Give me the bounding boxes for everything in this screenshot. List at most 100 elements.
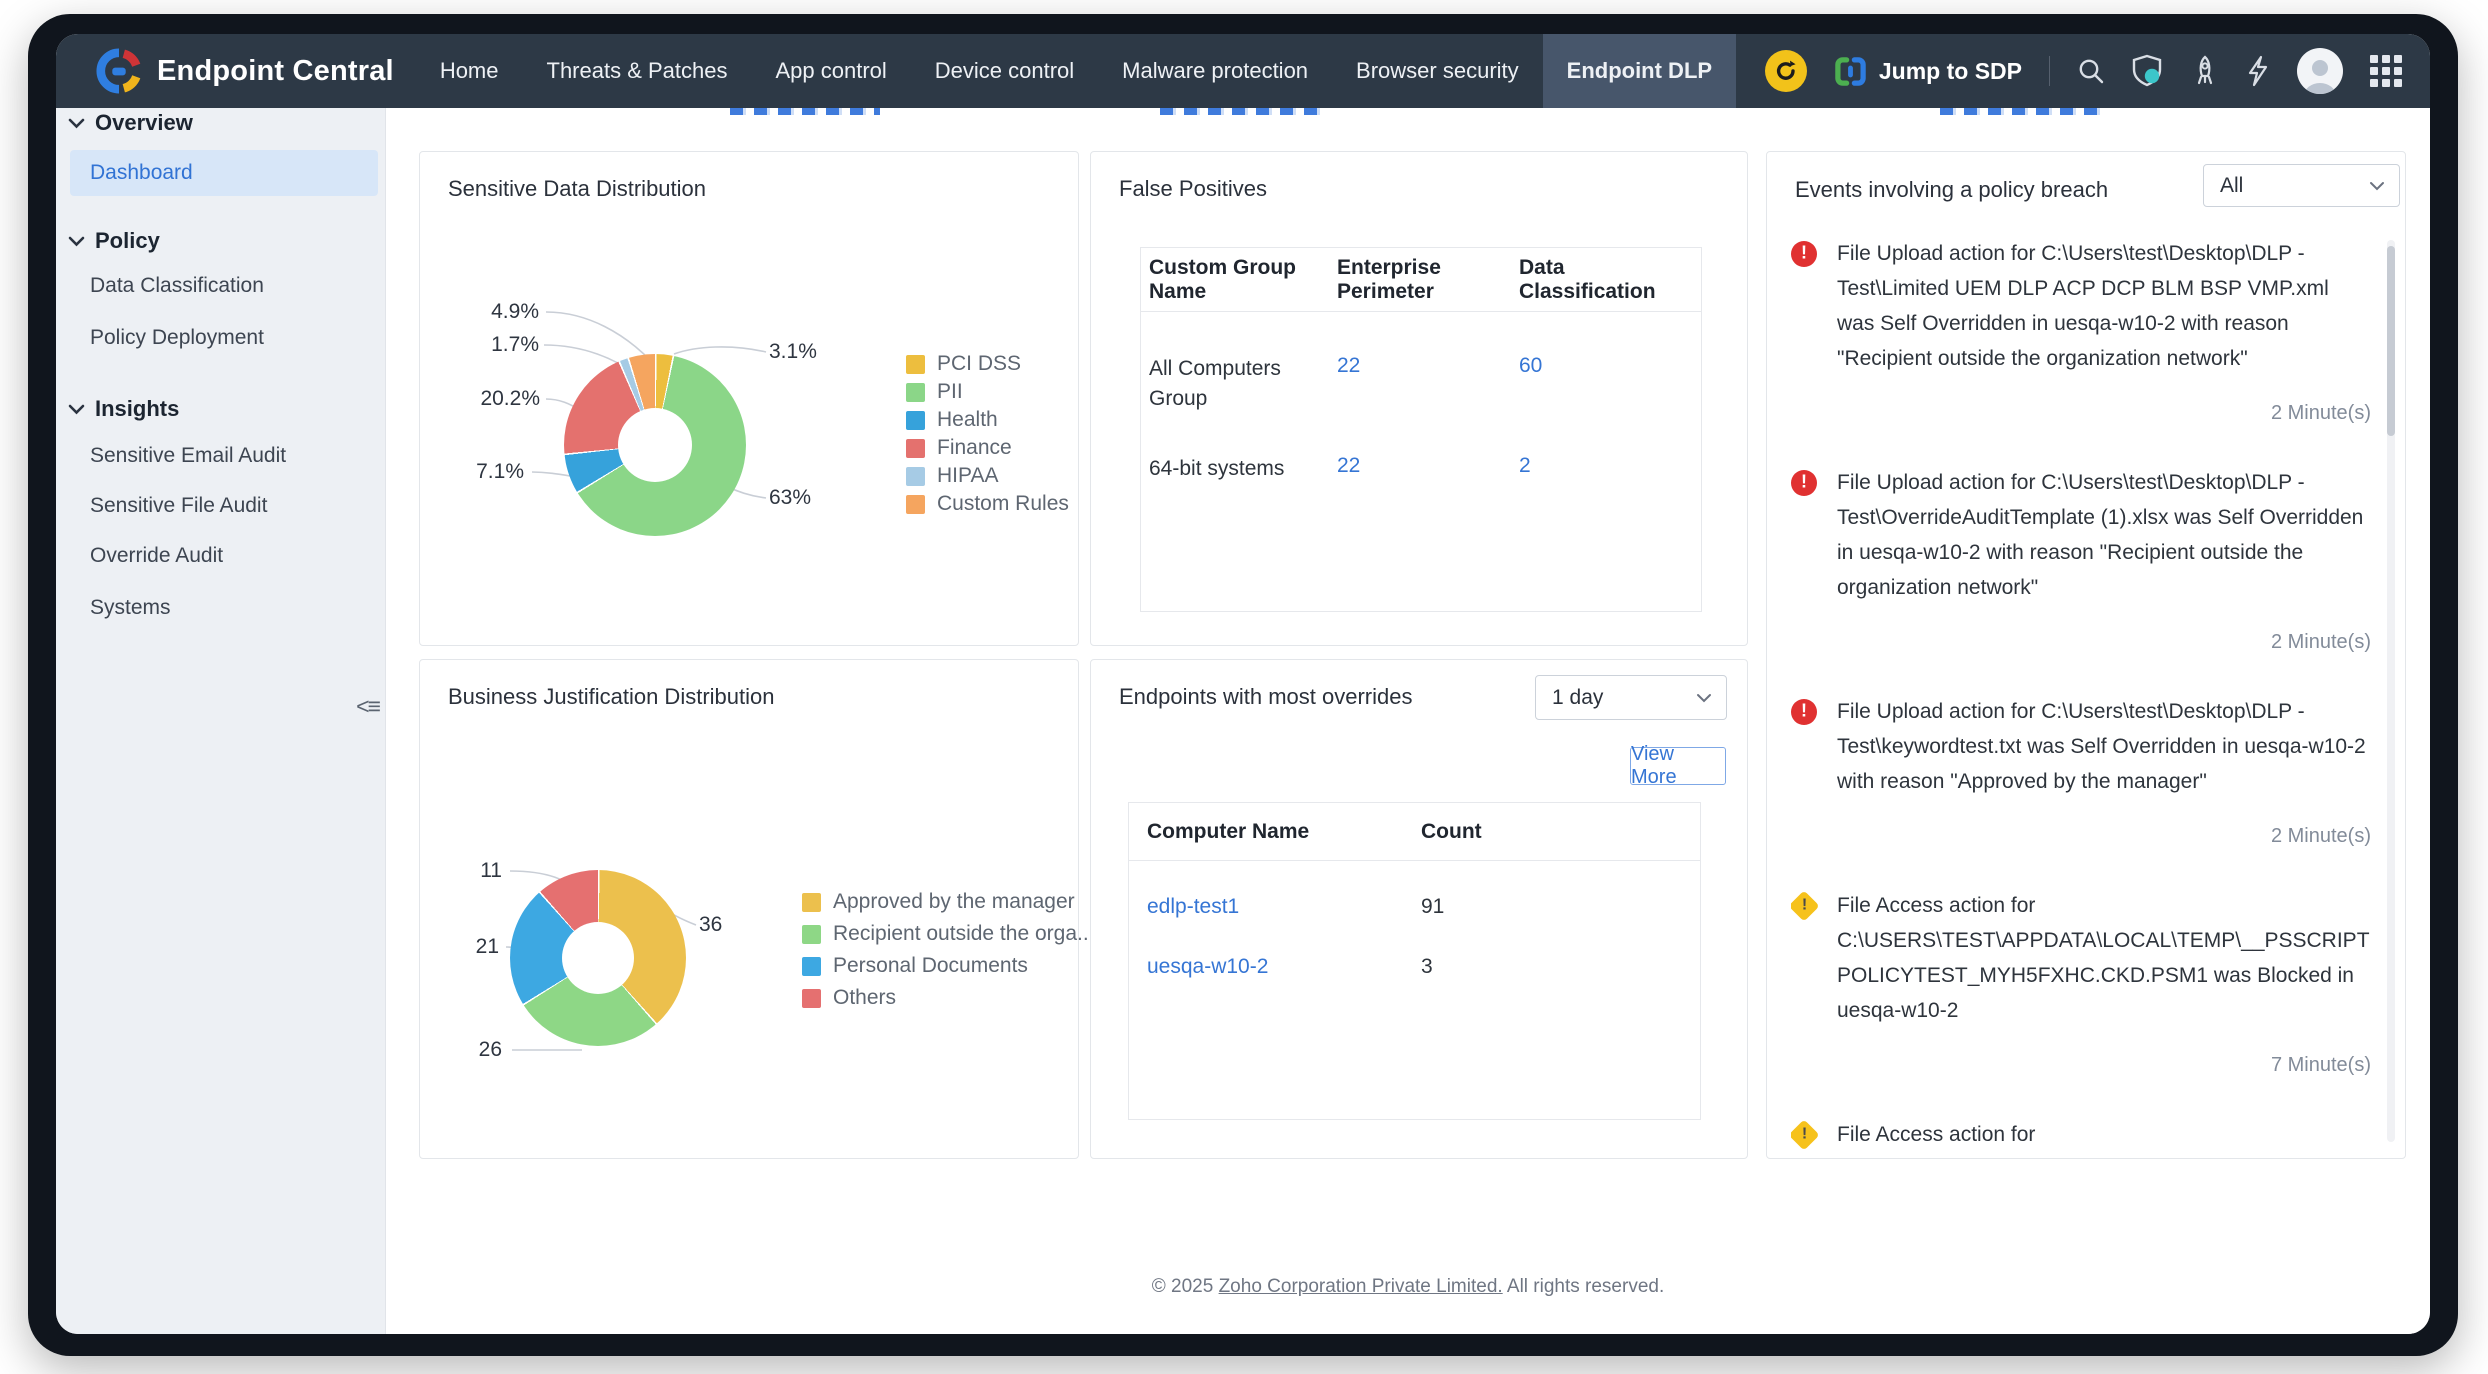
sidebar: Overview Dashboard Policy Data Classific… (56, 108, 386, 1334)
event-item: File Access action for C:\USERS\TEST\APP… (1791, 1117, 2371, 1150)
tab-endpoint-dlp[interactable]: Endpoint DLP (1543, 34, 1736, 108)
events-list: File Upload action for C:\Users\test\Des… (1791, 236, 2371, 1150)
table-row: uesqa-w10-2 3 (1129, 955, 1700, 979)
computer-name-link[interactable]: edlp-test1 (1147, 895, 1421, 919)
business-justification-donut-chart (510, 870, 686, 1046)
apps-grid-icon[interactable] (2370, 55, 2402, 87)
security-shield-icon[interactable] (2132, 54, 2164, 88)
user-avatar[interactable] (2297, 48, 2343, 94)
sidebar-item-override-audit[interactable]: Override Audit (70, 533, 378, 579)
card-title: Sensitive Data Distribution (448, 176, 706, 202)
event-text: File Upload action for C:\Users\test\Des… (1837, 236, 2371, 376)
sidebar-item-systems[interactable]: Systems (70, 585, 378, 631)
card-title: Business Justification Distribution (448, 684, 774, 710)
sidebar-section-policy[interactable]: Policy (68, 228, 160, 254)
tab-malware-protection[interactable]: Malware protection (1098, 34, 1332, 108)
legend-swatch (906, 383, 925, 402)
event-item: File Upload action for C:\Users\test\Des… (1791, 236, 2371, 425)
legend-item[interactable]: Personal Documents (802, 950, 1095, 982)
legend-item[interactable]: PII (906, 378, 1069, 406)
copyright-text: © 2025 (1152, 1276, 1214, 1297)
tab-app-control[interactable]: App control (751, 34, 910, 108)
data-classification-count-link[interactable]: 60 (1519, 354, 1693, 378)
app-title: Endpoint Central (157, 55, 394, 88)
pie-label: 7.1 (476, 460, 524, 484)
endpoints-table: Computer Name Count edlp-test1 91 uesqa-… (1128, 802, 1701, 1120)
pie-label: 1.7 (491, 333, 539, 357)
legend-item[interactable]: Health (906, 406, 1069, 434)
event-text: File Upload action for C:\Users\test\Des… (1837, 694, 2371, 799)
main-nav: Home Threats & Patches App control Devic… (416, 34, 1736, 108)
chevron-down-icon (1696, 693, 1712, 703)
legend-swatch (906, 439, 925, 458)
sidebar-section-overview[interactable]: Overview (68, 110, 193, 136)
events-filter-select[interactable]: All (2203, 164, 2400, 207)
sidebar-item-dashboard[interactable]: Dashboard (70, 150, 378, 196)
warning-icon (1791, 1119, 1820, 1150)
search-icon[interactable] (2077, 57, 2105, 85)
legend-item[interactable]: HIPAA (906, 462, 1069, 490)
tab-browser-security[interactable]: Browser security (1332, 34, 1543, 108)
sidebar-item-sensitive-file-audit[interactable]: Sensitive File Audit (70, 483, 378, 529)
enterprise-perimeter-count-link[interactable]: 22 (1337, 454, 1519, 478)
period-select[interactable]: 1 day (1535, 675, 1727, 720)
event-time: 2 Minute(s) (1837, 631, 2371, 654)
tab-threats-patches[interactable]: Threats & Patches (523, 34, 752, 108)
pie-label: 4.9 (491, 300, 539, 324)
table-row: edlp-test1 91 (1129, 895, 1700, 919)
legend-label: PCI DSS (937, 352, 1021, 376)
jump-to-sdp[interactable]: Jump to SDP (1834, 55, 2022, 88)
legend-item[interactable]: PCI DSS (906, 350, 1069, 378)
card-title: Endpoints with most overrides (1119, 684, 1412, 710)
error-icon (1791, 470, 1817, 496)
sidebar-section-insights[interactable]: Insights (68, 396, 179, 422)
sidebar-collapse-icon[interactable]: <≡ (356, 693, 379, 720)
pie-label: 3.1 (769, 340, 817, 364)
legend-swatch (802, 989, 821, 1008)
legend-label: Recipient outside the orga... (833, 922, 1095, 946)
legend: Approved by the manager Recipient outside… (802, 886, 1095, 1014)
enterprise-perimeter-count-link[interactable]: 22 (1337, 354, 1519, 378)
error-icon (1791, 241, 1817, 267)
legend-item[interactable]: Others (802, 982, 1095, 1014)
sidebar-item-data-classification[interactable]: Data Classification (70, 263, 378, 309)
zoho-link[interactable]: Zoho Corporation Private Limited. (1219, 1276, 1503, 1297)
tab-device-control[interactable]: Device control (911, 34, 1098, 108)
legend-item[interactable]: Approved by the manager (802, 886, 1095, 918)
event-time: 7 Minute(s) (1837, 1054, 2371, 1077)
legend-item[interactable]: Recipient outside the orga... (802, 918, 1095, 950)
events-scrollbar[interactable] (2387, 240, 2395, 1142)
event-text: File Upload action for C:\Users\test\Des… (1837, 465, 2371, 605)
clipped-link-fragment (1940, 108, 2100, 115)
legend-item[interactable]: Finance (906, 434, 1069, 462)
legend-swatch (906, 355, 925, 374)
legend-item[interactable]: Custom Rules (906, 490, 1069, 518)
computer-name-link[interactable]: uesqa-w10-2 (1147, 955, 1421, 979)
table-row: 64-bit systems 22 2 (1141, 454, 1701, 484)
legend-label: Approved by the manager (833, 890, 1075, 914)
error-icon (1791, 699, 1817, 725)
legend-swatch (906, 411, 925, 430)
sidebar-item-policy-deployment[interactable]: Policy Deployment (70, 315, 378, 361)
quick-actions-bolt-icon[interactable] (2246, 55, 2270, 87)
app-window-frame: Endpoint Central Home Threats & Patches … (28, 14, 2458, 1356)
clipped-link-fragment (1160, 108, 1328, 115)
pie-label: 26 (479, 1038, 502, 1062)
view-more-button[interactable]: View More (1630, 747, 1726, 785)
scrollbar-thumb[interactable] (2387, 246, 2395, 436)
group-name: All Computers Group (1149, 354, 1319, 414)
data-classification-count-link[interactable]: 2 (1519, 454, 1693, 478)
tab-home[interactable]: Home (416, 34, 523, 108)
sidebar-item-sensitive-email-audit[interactable]: Sensitive Email Audit (70, 433, 378, 479)
legend-label: Finance (937, 436, 1012, 460)
table-header: Custom Group Name Enterprise Perimeter D… (1141, 248, 1701, 312)
endpoint-central-logo-icon (96, 48, 142, 94)
announcements-rocket-icon[interactable] (2191, 55, 2219, 87)
app-window: Endpoint Central Home Threats & Patches … (56, 34, 2430, 1334)
refresh-icon[interactable] (1765, 50, 1807, 92)
pie-label: 11 (480, 859, 502, 883)
chevron-down-icon (2369, 181, 2385, 191)
event-time: 2 Minute(s) (1837, 825, 2371, 848)
event-item: File Upload action for C:\Users\test\Des… (1791, 465, 2371, 654)
card-title: Events involving a policy breach (1795, 176, 2215, 204)
